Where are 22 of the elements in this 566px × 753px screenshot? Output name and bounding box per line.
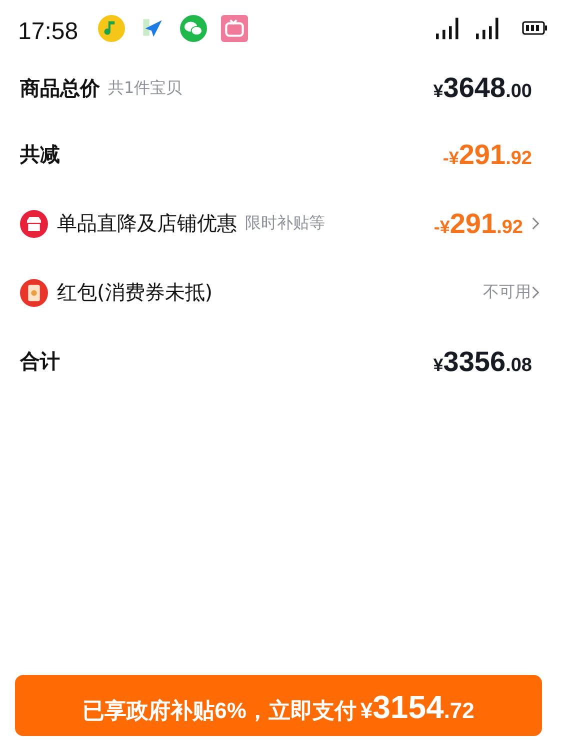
tv-icon	[221, 14, 248, 42]
row-label: 红包(消费券未抵)	[57, 279, 213, 306]
music-note-icon	[98, 14, 126, 42]
row-label: 商品总价	[20, 74, 100, 102]
status-time: 17:58	[18, 18, 78, 46]
chevron-right-icon[interactable]	[531, 285, 540, 300]
amount-text: ¥3648.00	[433, 72, 532, 104]
status-value: 不可用	[483, 282, 531, 303]
row-note: 限时补贴等	[245, 213, 325, 234]
row-label: 合计	[20, 348, 60, 375]
amount-text: ¥3356.08	[433, 346, 532, 378]
chat-bubbles-icon	[180, 14, 208, 42]
battery-icon	[522, 21, 548, 35]
amount-text: -¥291.92	[442, 138, 532, 170]
store-icon	[20, 210, 48, 238]
pay-button[interactable]: 已享政府补贴6%，立即支付 ¥3154.72	[15, 675, 542, 736]
row-note: 共1件宝贝	[108, 78, 182, 98]
chevron-right-icon[interactable]	[531, 216, 540, 231]
row-label: 单品直降及店铺优惠	[57, 210, 237, 237]
envelope-icon	[20, 278, 48, 306]
amount-text: -¥291.92	[434, 208, 523, 240]
row-label: 共减	[20, 141, 60, 168]
